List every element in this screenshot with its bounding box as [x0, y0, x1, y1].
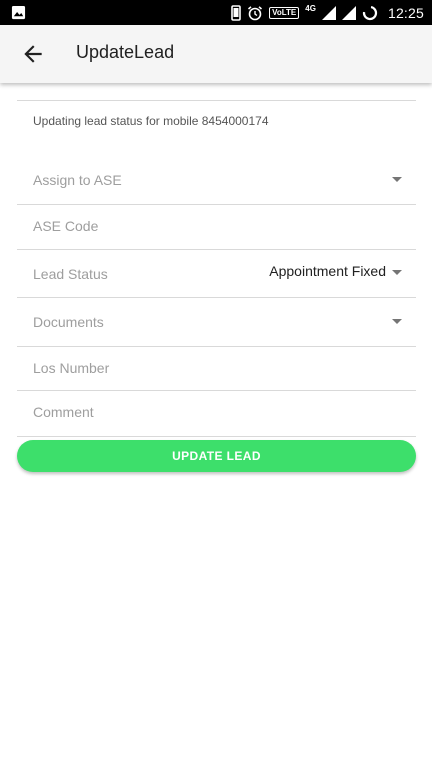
los-number-field[interactable]: Los Number: [17, 346, 416, 391]
battery-icon: [362, 5, 378, 20]
los-number-placeholder: Los Number: [33, 360, 110, 376]
documents-label: Documents: [33, 314, 104, 330]
status-bar: VoLTE 4G 12:25: [0, 0, 432, 25]
dropdown-arrow-icon: [392, 319, 402, 324]
documents-dropdown[interactable]: Documents: [17, 297, 416, 347]
volte-badge: VoLTE: [269, 6, 300, 19]
alarm-icon: [248, 5, 263, 20]
top-divider: [17, 100, 416, 101]
lead-status-value: Appointment Fixed: [269, 263, 386, 279]
update-lead-button[interactable]: UPDATE LEAD: [17, 440, 416, 472]
status-icons: VoLTE 4G 12:25: [231, 0, 424, 25]
network-type-label: 4G: [305, 4, 316, 13]
dropdown-arrow-icon: [392, 270, 402, 275]
ase-code-placeholder: ASE Code: [33, 218, 99, 234]
ase-code-field[interactable]: ASE Code: [17, 204, 416, 250]
comment-placeholder: Comment: [33, 404, 94, 420]
page-title: UpdateLead: [76, 42, 175, 62]
image-icon: [11, 5, 26, 20]
status-time: 12:25: [387, 4, 424, 21]
signal-icon-secondary: [341, 5, 356, 20]
assign-to-ase-dropdown[interactable]: Assign to ASE: [17, 158, 416, 205]
lead-status-dropdown[interactable]: Lead Status Appointment Fixed: [17, 249, 416, 298]
signal-icon: [321, 5, 336, 20]
form-subtitle: Updating lead status for mobile 84540001…: [33, 114, 269, 128]
comment-field[interactable]: Comment: [17, 390, 416, 437]
app-bar: UpdateLead: [0, 25, 432, 83]
phone-icon: [231, 4, 241, 21]
assign-to-ase-label: Assign to ASE: [33, 172, 122, 188]
back-arrow-icon[interactable]: [20, 41, 46, 67]
lead-status-label: Lead Status: [33, 266, 108, 282]
dropdown-arrow-icon: [392, 177, 402, 182]
